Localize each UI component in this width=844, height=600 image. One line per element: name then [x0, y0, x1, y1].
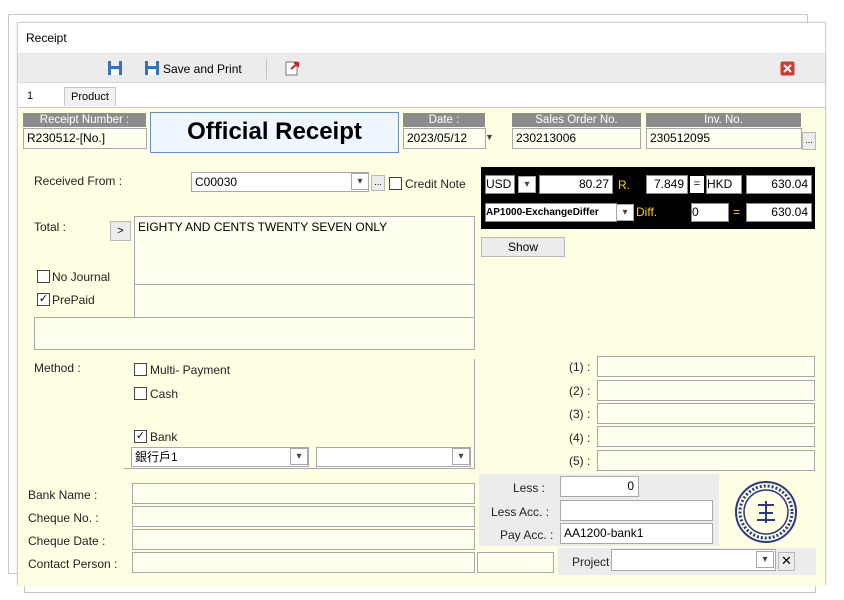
- currency-panel: USD ▾ 80.27 R. 7.849 = HKD 630.04 AP1000…: [481, 167, 815, 229]
- base-amount: 630.04: [746, 175, 812, 194]
- date-field[interactable]: 2023/05/12: [403, 128, 486, 149]
- bank-checkbox[interactable]: ✓: [134, 430, 147, 443]
- receipt-form: Receipt Number : R230512-[No.] Official …: [18, 107, 825, 586]
- receipt-number-header: Receipt Number :: [23, 113, 146, 127]
- chevron-down-icon[interactable]: ▾: [518, 176, 536, 193]
- diff-label: Diff.: [636, 205, 658, 219]
- background-window-edge: [24, 585, 816, 593]
- less-amount-field[interactable]: 0: [560, 476, 639, 497]
- credit-note-checkbox[interactable]: [389, 177, 402, 190]
- tab-index[interactable]: 1: [21, 87, 40, 106]
- received-from-field[interactable]: C00030: [191, 172, 369, 192]
- x-icon[interactable]: ✕: [778, 552, 795, 571]
- total-remarks[interactable]: [134, 284, 475, 319]
- project-select[interactable]: [611, 549, 776, 571]
- toolbar: Save and Print: [18, 53, 825, 83]
- multi-payment-checkbox[interactable]: [134, 363, 147, 376]
- currency-amount[interactable]: 80.27: [539, 175, 613, 194]
- tab-strip: 1 Product: [18, 85, 825, 107]
- cheque-no-label: Cheque No. :: [28, 511, 99, 525]
- close-icon[interactable]: [780, 61, 795, 79]
- payment-line-label-3: (3) :: [569, 407, 591, 421]
- payment-line-4[interactable]: [597, 426, 815, 447]
- method-label: Method :: [34, 361, 81, 375]
- project-label: Project: [572, 555, 610, 569]
- tab-product[interactable]: Product: [64, 87, 116, 106]
- less-label: Less :: [513, 481, 546, 495]
- cash-checkbox[interactable]: [134, 387, 147, 400]
- official-receipt-title: Official Receipt: [150, 112, 399, 153]
- bank-sub-select[interactable]: [316, 447, 471, 467]
- total-label: Total :: [34, 220, 67, 234]
- payment-line-label-1: (1) :: [569, 360, 591, 374]
- no-journal-label: No Journal: [52, 270, 111, 284]
- customer-lookup-button[interactable]: ...: [371, 175, 385, 191]
- show-button[interactable]: Show: [481, 237, 565, 257]
- pay-acc-label: Pay Acc. :: [500, 528, 554, 542]
- payment-line-label-2: (2) :: [569, 384, 591, 398]
- pay-account-field[interactable]: AA1200-bank1: [560, 523, 713, 544]
- contact-person-field[interactable]: [132, 552, 475, 573]
- cash-label: Cash: [150, 387, 179, 401]
- cheque-date-field[interactable]: [132, 529, 475, 550]
- payment-line-2[interactable]: [597, 380, 815, 401]
- bank-name-field[interactable]: [132, 483, 475, 504]
- chevron-down-icon[interactable]: ▾: [452, 448, 470, 465]
- sales-order-header: Sales Order No.: [512, 113, 641, 127]
- bank-account-select[interactable]: 銀行戶1: [131, 447, 309, 467]
- payment-line-label-4: (4) :: [569, 431, 591, 445]
- floppy-disk-icon[interactable]: [107, 60, 123, 79]
- inv-no-lookup-button[interactable]: ...: [802, 132, 816, 150]
- save-and-print-label: Save and Print: [163, 62, 242, 76]
- diff-equals: =: [733, 205, 741, 219]
- cheque-date-label: Cheque Date :: [28, 534, 106, 548]
- no-journal-checkbox[interactable]: [37, 270, 50, 283]
- total-expand-button[interactable]: >: [110, 221, 131, 241]
- floppy-disk-icon: [144, 60, 160, 79]
- currency-code[interactable]: USD: [485, 175, 515, 194]
- payment-line-label-5: (5) :: [569, 454, 591, 468]
- date-header: Date :: [403, 113, 485, 127]
- base-currency: HKD: [706, 175, 742, 194]
- company-seal-icon: [731, 479, 801, 545]
- received-from-label: Received From :: [34, 174, 123, 188]
- sales-order-field[interactable]: 230213006: [512, 128, 641, 149]
- diff-total: 630.04: [746, 203, 812, 222]
- less-acc-label: Less Acc. :: [491, 505, 550, 519]
- toolbar-separator: [266, 59, 267, 79]
- export-icon[interactable]: [284, 60, 300, 79]
- payment-line-3[interactable]: [597, 403, 815, 424]
- multi-payment-label: Multi- Payment: [150, 363, 231, 377]
- bank-label: Bank: [150, 430, 178, 444]
- amount-in-words[interactable]: EIGHTY AND CENTS TWENTY SEVEN ONLY: [134, 216, 475, 285]
- less-account-field[interactable]: [560, 500, 713, 521]
- chevron-down-icon[interactable]: ▾: [616, 204, 634, 221]
- diff-value[interactable]: 0: [691, 203, 729, 222]
- date-dropdown-icon[interactable]: ▼: [485, 132, 494, 142]
- inv-no-field[interactable]: 230512095: [646, 128, 802, 149]
- payment-line-5[interactable]: [597, 450, 815, 471]
- receipt-window: Receipt Save and Print 1 Product Receipt…: [17, 22, 826, 586]
- receipt-number-field[interactable]: R230512-[No.]: [23, 128, 147, 149]
- exchange-rate[interactable]: 7.849: [646, 175, 688, 194]
- prepaid-checkbox[interactable]: ✓: [37, 293, 50, 306]
- exchange-diff-account[interactable]: AP1000-ExchangeDiffer: [485, 203, 617, 222]
- payment-line-1[interactable]: [597, 356, 815, 377]
- chevron-down-icon[interactable]: ▾: [756, 551, 774, 568]
- window-title: Receipt: [26, 31, 67, 45]
- memo-field[interactable]: [34, 317, 475, 350]
- equals-sign: =: [690, 176, 704, 193]
- project-code-field[interactable]: [477, 552, 554, 573]
- title-bar: Receipt: [18, 23, 825, 53]
- contact-person-label: Contact Person :: [28, 557, 118, 571]
- chevron-down-icon[interactable]: ▾: [351, 173, 369, 190]
- chevron-down-icon[interactable]: ▾: [290, 448, 308, 465]
- rate-label: R.: [618, 178, 630, 192]
- prepaid-label: PrePaid: [52, 293, 95, 307]
- cheque-no-field[interactable]: [132, 506, 475, 527]
- credit-note-label: Credit Note: [405, 177, 466, 191]
- inv-no-header: Inv. No.: [646, 113, 801, 127]
- bank-name-label: Bank Name :: [28, 488, 98, 502]
